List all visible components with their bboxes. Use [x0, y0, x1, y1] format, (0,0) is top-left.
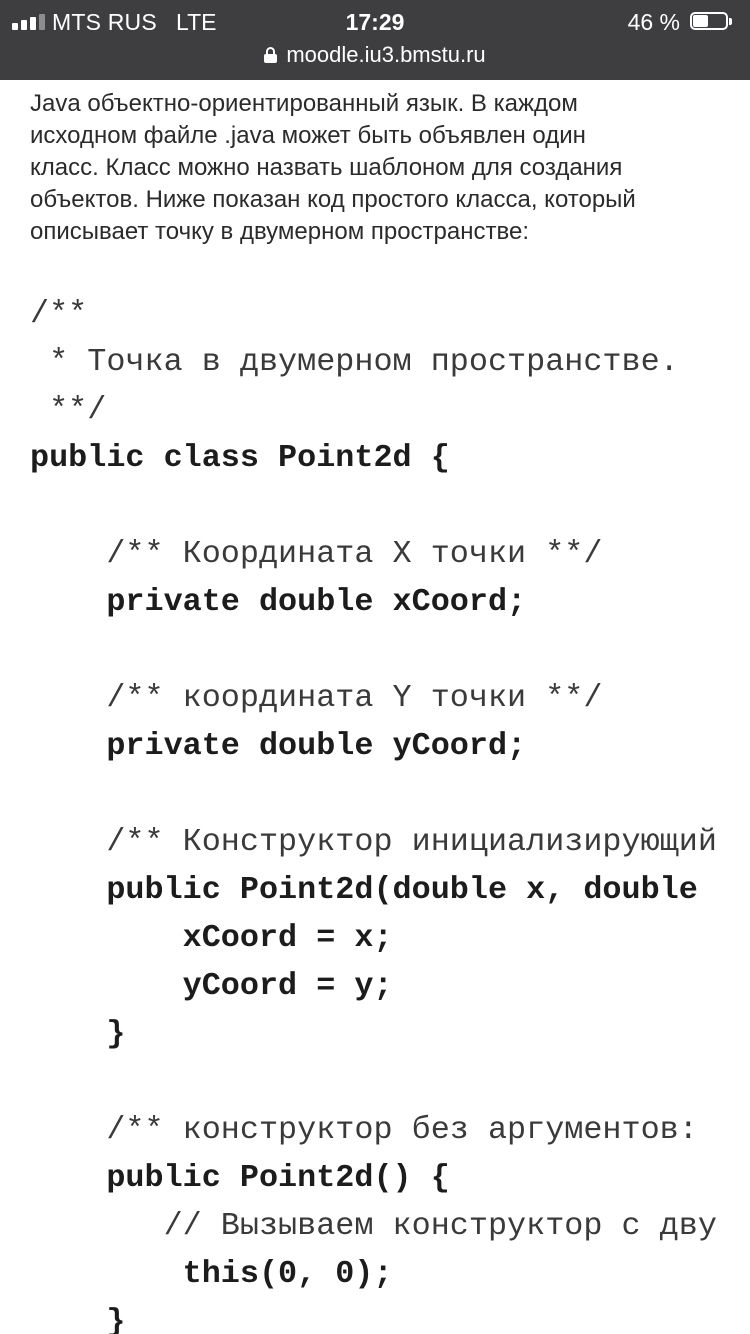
intro-line: исходном файле .java может быть объявлен… [30, 122, 586, 149]
battery-icon [690, 12, 734, 32]
network-type: LTE [176, 9, 217, 35]
code-line: /** конструктор без аргументов: [30, 1112, 698, 1148]
code-line: this(0, 0); [30, 1256, 393, 1292]
code-line: /** Конструктор инициализирующий [30, 824, 717, 860]
lock-icon [264, 47, 278, 63]
intro-line: класс. Класс можно назвать шаблоном для … [30, 154, 623, 181]
signal-bar [30, 17, 36, 30]
status-row: MTS RUS LTE 17:29 46 % [0, 6, 750, 38]
battery-nub [729, 18, 732, 25]
code-line: /** координата Y точки **/ [30, 680, 603, 716]
address-bar[interactable]: moodle.iu3.bmstu.ru [0, 40, 750, 70]
code-line: public Point2d() { [30, 1160, 450, 1196]
code-line: private double xCoord; [30, 584, 527, 620]
code-line: /** Координата X точки **/ [30, 536, 603, 572]
code-line: xCoord = x; [30, 920, 393, 956]
url-text[interactable]: moodle.iu3.bmstu.ru [286, 42, 485, 67]
page-content[interactable]: Java объектно-ориентированный язык. В ка… [0, 80, 750, 1334]
carrier-name: MTS RUS [52, 9, 157, 35]
code-line: public Point2d(double x, double [30, 872, 698, 908]
battery-level-fill [693, 15, 708, 27]
code-line: public class Point2d { [30, 440, 450, 476]
code-line: private double yCoord; [30, 728, 527, 764]
battery-percent: 46 % [627, 9, 680, 35]
intro-line: объектов. Ниже показан код простого клас… [30, 186, 636, 213]
signal-bar [39, 14, 45, 30]
signal-bar [12, 23, 18, 30]
signal-bar [21, 20, 27, 30]
code-block: /** * Точка в двумерном пространстве. **… [30, 290, 717, 1334]
code-line: // Вызываем конструктор с дву [30, 1208, 717, 1244]
signal-strength-icon [12, 14, 45, 30]
intro-paragraph: Java объектно-ориентированный язык. В ка… [30, 88, 730, 248]
code-line: yCoord = y; [30, 968, 393, 1004]
code-line: } [30, 1016, 126, 1052]
code-line: } [30, 1304, 126, 1334]
intro-line: Java объектно-ориентированный язык. В ка… [30, 90, 578, 117]
intro-line: описывает точку в двумерном пространстве… [30, 218, 529, 245]
code-line: **/ [30, 392, 107, 428]
code-line: /** [30, 296, 88, 332]
ios-status-bar: MTS RUS LTE 17:29 46 % moodle.iu3.bmstu.… [0, 0, 750, 80]
code-line: * Точка в двумерном пространстве. [30, 344, 679, 380]
